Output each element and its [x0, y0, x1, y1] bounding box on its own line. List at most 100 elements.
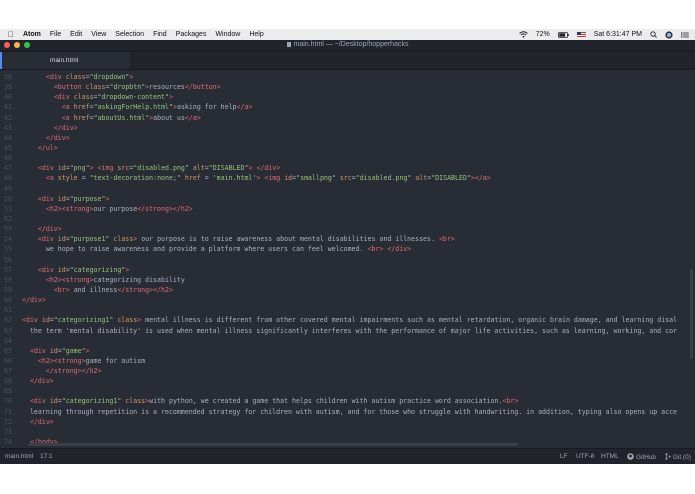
line-number[interactable]: 60 — [0, 295, 12, 305]
code-token: src — [117, 164, 130, 173]
line-number[interactable]: 68 — [0, 376, 12, 386]
code-token: </div> — [22, 296, 46, 305]
status-cursor-position[interactable]: 17:1 — [40, 453, 53, 460]
code-text: <div class="dropdown-content"> — [54, 92, 173, 102]
line-number[interactable]: 69 — [0, 386, 12, 396]
line-number[interactable]: 51 — [0, 204, 12, 214]
code-token: </div> — [256, 164, 281, 173]
code-token: <div — [37, 164, 58, 173]
vertical-scrollbar[interactable] — [690, 269, 693, 359]
spotlight-search-icon[interactable] — [650, 31, 657, 38]
wifi-icon[interactable] — [518, 31, 528, 38]
line-number[interactable]: 56 — [0, 255, 12, 265]
status-encoding[interactable]: UTF-8 — [576, 453, 594, 460]
code-token: "DISABLED" — [431, 174, 471, 183]
line-number[interactable]: 58 — [0, 275, 12, 285]
line-number[interactable]: 55 — [0, 244, 12, 254]
horizontal-scrollbar[interactable] — [28, 443, 518, 446]
line-number[interactable]: 63 — [0, 326, 12, 336]
line-number[interactable]: 70 — [0, 396, 12, 406]
code-token: <h2><strong> — [37, 356, 86, 365]
code-text: </strong></h2> — [46, 366, 102, 376]
file-proxy-icon[interactable] — [286, 42, 291, 47]
menu-file[interactable]: File — [50, 31, 61, 38]
code-token: id — [49, 346, 58, 355]
menu-help[interactable]: Help — [249, 31, 263, 38]
code-token: <div — [37, 265, 58, 274]
us-flag-icon[interactable] — [576, 31, 586, 38]
line-number[interactable]: 62 — [0, 315, 12, 325]
atom-screen:  Atom File Edit View Selection Find Pac… — [0, 29, 695, 464]
line-number[interactable]: 53 — [0, 224, 12, 234]
code-token: <div — [45, 73, 66, 81]
code-text: we hope to raise awareness and provide a… — [46, 244, 411, 254]
code-token: </button> — [184, 83, 221, 92]
code-token: <img — [264, 174, 285, 183]
tab-main-html[interactable]: main.html — [0, 52, 130, 69]
clock[interactable]: Sat 6:31:47 PM — [594, 31, 642, 38]
menu-find[interactable]: Find — [153, 31, 167, 38]
line-number[interactable]: 40 — [0, 92, 12, 102]
notification-center-icon[interactable] — [681, 31, 689, 38]
line-number[interactable]: 42 — [0, 113, 12, 123]
line-number[interactable]: 44 — [0, 133, 12, 143]
github-panel-toggle[interactable]: GitHub — [627, 453, 656, 461]
menu-edit[interactable]: Edit — [70, 31, 82, 38]
apple-icon[interactable]:  — [8, 30, 14, 39]
line-number[interactable]: 43 — [0, 123, 12, 133]
code-token: resources — [149, 83, 185, 92]
line-number[interactable]: 64 — [0, 336, 12, 346]
menu-selection[interactable]: Selection — [115, 31, 144, 38]
status-line-ending[interactable]: LF — [560, 453, 568, 460]
line-number[interactable]: 47 — [0, 163, 12, 173]
line-number[interactable]: 41 — [0, 102, 12, 112]
code-text: <br> and illness</strong></h2> — [54, 285, 173, 295]
code-token: mental illness is different from other c… — [141, 316, 678, 325]
code-token: "categorizing1" — [61, 397, 122, 406]
line-number[interactable]: 39 — [0, 82, 12, 92]
line-number[interactable]: 66 — [0, 356, 12, 366]
code-token: we hope to raise awareness and provide a… — [45, 245, 368, 254]
code-text: <div id="purpose1" class> our purpose is… — [38, 234, 455, 244]
menu-packages[interactable]: Packages — [176, 31, 207, 38]
code-text: <div id="purpose"> — [38, 194, 110, 204]
line-number[interactable]: 73 — [0, 427, 12, 437]
line-number[interactable]: 61 — [0, 305, 12, 315]
line-number[interactable]: 46 — [0, 153, 12, 163]
code-text: </div> — [38, 224, 62, 234]
status-file-name[interactable]: main.html — [5, 453, 33, 460]
battery-icon[interactable] — [557, 31, 569, 38]
line-number[interactable]: 52 — [0, 214, 12, 224]
line-number[interactable]: 72 — [0, 417, 12, 427]
code-token: game for autism — [85, 356, 146, 365]
code-text: <div id="png"> <img src="disabled.png" a… — [38, 163, 280, 173]
line-number[interactable]: 59 — [0, 285, 12, 295]
line-number[interactable]: 71 — [0, 407, 12, 417]
code-token: </div> — [37, 225, 62, 234]
code-token: "dropdown-content" — [97, 93, 169, 102]
git-panel-toggle[interactable]: Git (0) — [665, 453, 691, 461]
code-editor[interactable]: 38 <div class="dropdown"> 39 <button class=… — [0, 70, 695, 448]
line-number[interactable]: 45 — [0, 143, 12, 153]
line-number[interactable]: 57 — [0, 265, 12, 275]
line-number[interactable]: 54 — [0, 234, 12, 244]
code-token: <h2><strong> — [45, 275, 94, 284]
code-token: <a — [61, 103, 74, 112]
code-token: <button — [53, 83, 86, 92]
menu-view[interactable]: View — [91, 31, 106, 38]
line-number[interactable]: 48 — [0, 173, 12, 183]
menu-window[interactable]: Window — [215, 31, 240, 38]
window-titlebar[interactable]: main.html — ~/Desktop/hopperhacks — [0, 40, 695, 52]
status-grammar[interactable]: HTML — [601, 453, 619, 460]
line-number[interactable]: 38 — [0, 72, 12, 82]
line-number[interactable]: 74 — [0, 437, 12, 447]
line-number[interactable]: 50 — [0, 194, 12, 204]
siri-icon[interactable] — [665, 30, 673, 39]
code-text: <div id="categorizing1" class> mental il… — [22, 315, 677, 325]
line-number[interactable]: 65 — [0, 346, 12, 356]
code-token: "text-decoration:none;" — [89, 174, 181, 183]
menu-app-name[interactable]: Atom — [23, 31, 41, 38]
window-title: main.html — ~/Desktop/hopperhacks — [293, 41, 409, 48]
line-number[interactable]: 49 — [0, 184, 12, 194]
line-number[interactable]: 67 — [0, 366, 12, 376]
